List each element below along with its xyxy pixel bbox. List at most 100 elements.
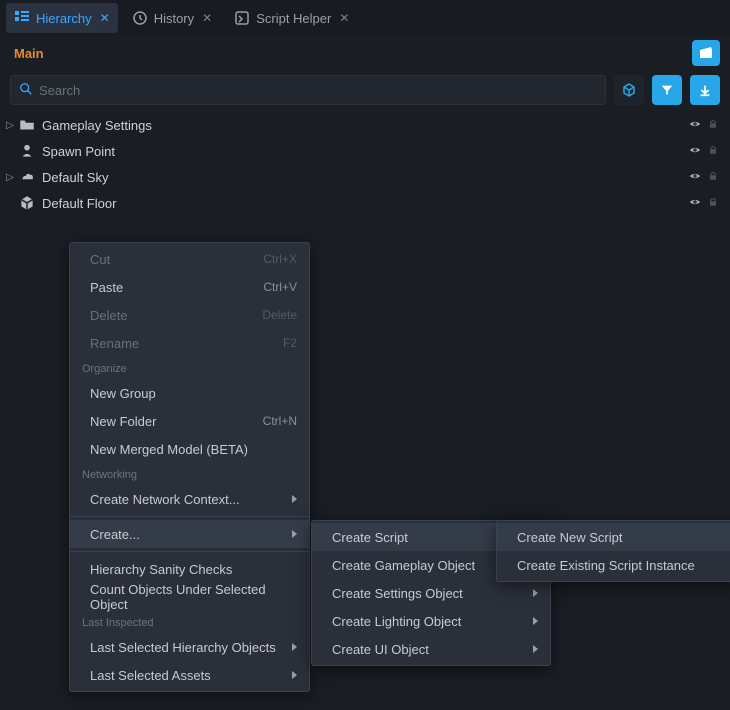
menu-item: CutCtrl+X: [70, 245, 309, 273]
menu-item[interactable]: Last Selected Assets: [70, 661, 309, 689]
menu-item-label: Cut: [90, 252, 263, 267]
submenu-arrow-icon: [533, 589, 538, 597]
menu-item[interactable]: Create Network Context...: [70, 485, 309, 513]
visibility-icon[interactable]: [686, 117, 704, 134]
tab-history[interactable]: History ✕: [124, 3, 221, 33]
tab-label: History: [154, 11, 194, 26]
visibility-icon[interactable]: [686, 143, 704, 160]
menu-shortcut: Ctrl+X: [263, 252, 297, 266]
slate-button[interactable]: [692, 40, 720, 66]
tree-item-label: Spawn Point: [42, 144, 686, 159]
lock-icon[interactable]: [704, 144, 722, 159]
lock-icon[interactable]: [704, 196, 722, 211]
menu-item-label: Create Lighting Object: [332, 614, 525, 629]
collapse-button[interactable]: [690, 75, 720, 105]
scene-name: Main: [14, 46, 692, 61]
lock-icon[interactable]: [704, 170, 722, 185]
tab-label: Script Helper: [256, 11, 331, 26]
menu-item[interactable]: Hierarchy Sanity Checks: [70, 555, 309, 583]
menu-shortcut: Delete: [262, 308, 297, 322]
menu-item-label: Create...: [90, 527, 284, 542]
menu-separator: [70, 516, 309, 517]
menu-item-label: Last Selected Assets: [90, 668, 284, 683]
script-helper-icon: [234, 10, 250, 26]
submenu-arrow-icon: [292, 495, 297, 503]
menu-item-label: Paste: [90, 280, 263, 295]
search-box[interactable]: [10, 75, 606, 105]
menu-item-label: Create New Script: [517, 530, 723, 545]
menu-item[interactable]: PasteCtrl+V: [70, 273, 309, 301]
menu-item-label: New Folder: [90, 414, 263, 429]
tree-item-label: Gameplay Settings: [42, 118, 686, 133]
menu-item[interactable]: New FolderCtrl+N: [70, 407, 309, 435]
close-icon[interactable]: ✕: [339, 11, 349, 25]
menu-item: DeleteDelete: [70, 301, 309, 329]
menu-item-label: New Merged Model (BETA): [90, 442, 297, 457]
menu-shortcut: F2: [283, 336, 297, 350]
panel-tabs: Hierarchy ✕ History ✕ Script Helper ✕: [0, 0, 730, 36]
menu-item[interactable]: Create Existing Script Instance: [497, 551, 730, 579]
context-menu-script: Create New Script Create Existing Script …: [496, 520, 730, 582]
tab-script-helper[interactable]: Script Helper ✕: [226, 3, 357, 33]
submenu-arrow-icon: [292, 530, 297, 538]
menu-item-label: Rename: [90, 336, 283, 351]
menu-item[interactable]: New Group: [70, 379, 309, 407]
expand-caret[interactable]: ▷: [0, 172, 14, 183]
tree-row[interactable]: ▷ Gameplay Settings: [0, 112, 730, 138]
tree-row[interactable]: Default Floor: [0, 190, 730, 216]
menu-item: RenameF2: [70, 329, 309, 357]
visibility-icon[interactable]: [686, 195, 704, 212]
search-input[interactable]: [39, 83, 597, 98]
visibility-icon[interactable]: [686, 169, 704, 186]
menu-item[interactable]: Create...: [70, 520, 309, 548]
hierarchy-tree: ▷ Gameplay Settings Spawn Point ▷ Defaul…: [0, 110, 730, 218]
tree-item-label: Default Sky: [42, 170, 686, 185]
menu-item-label: Count Objects Under Selected Object: [90, 582, 297, 612]
close-icon[interactable]: ✕: [100, 11, 110, 25]
menu-item-label: Create Existing Script Instance: [517, 558, 723, 573]
filter-button[interactable]: [652, 75, 682, 105]
menu-shortcut: Ctrl+V: [263, 280, 297, 294]
folder-icon: [18, 116, 36, 134]
menu-header: Last Inspected: [70, 611, 309, 633]
search-icon: [19, 82, 33, 99]
submenu-arrow-icon: [533, 617, 538, 625]
menu-item-label: Create Settings Object: [332, 586, 525, 601]
menu-item-label: Last Selected Hierarchy Objects: [90, 640, 284, 655]
tab-label: Hierarchy: [36, 11, 92, 26]
scene-header: Main: [0, 36, 730, 70]
menu-item[interactable]: Create UI Object: [312, 635, 550, 663]
menu-shortcut: Ctrl+N: [263, 414, 297, 428]
menu-item[interactable]: Count Objects Under Selected Object: [70, 583, 309, 611]
submenu-arrow-icon: [533, 645, 538, 653]
menu-item[interactable]: Create Settings Object: [312, 579, 550, 607]
hierarchy-icon: [14, 10, 30, 26]
context-menu: CutCtrl+XPasteCtrl+VDeleteDeleteRenameF2…: [69, 242, 310, 692]
menu-item-label: Create UI Object: [332, 642, 525, 657]
tree-row[interactable]: Spawn Point: [0, 138, 730, 164]
lock-icon[interactable]: [704, 118, 722, 133]
cube-filter-button[interactable]: [614, 75, 644, 105]
tree-item-label: Default Floor: [42, 196, 686, 211]
submenu-arrow-icon: [292, 643, 297, 651]
menu-header: Organize: [70, 357, 309, 379]
menu-item[interactable]: New Merged Model (BETA): [70, 435, 309, 463]
menu-item-label: New Group: [90, 386, 297, 401]
menu-separator: [70, 551, 309, 552]
menu-item[interactable]: Create New Script: [497, 523, 730, 551]
menu-item-label: Delete: [90, 308, 262, 323]
tree-row[interactable]: ▷ Default Sky: [0, 164, 730, 190]
submenu-arrow-icon: [292, 671, 297, 679]
menu-item-label: Hierarchy Sanity Checks: [90, 562, 297, 577]
menu-item[interactable]: Create Lighting Object: [312, 607, 550, 635]
tab-hierarchy[interactable]: Hierarchy ✕: [6, 3, 118, 33]
close-icon[interactable]: ✕: [202, 11, 212, 25]
menu-item-label: Create Network Context...: [90, 492, 284, 507]
cube-icon: [18, 194, 36, 212]
menu-item[interactable]: Last Selected Hierarchy Objects: [70, 633, 309, 661]
menu-header: Networking: [70, 463, 309, 485]
expand-caret[interactable]: ▷: [0, 120, 14, 131]
history-icon: [132, 10, 148, 26]
spawn-icon: [18, 142, 36, 160]
search-toolbar: [0, 70, 730, 110]
